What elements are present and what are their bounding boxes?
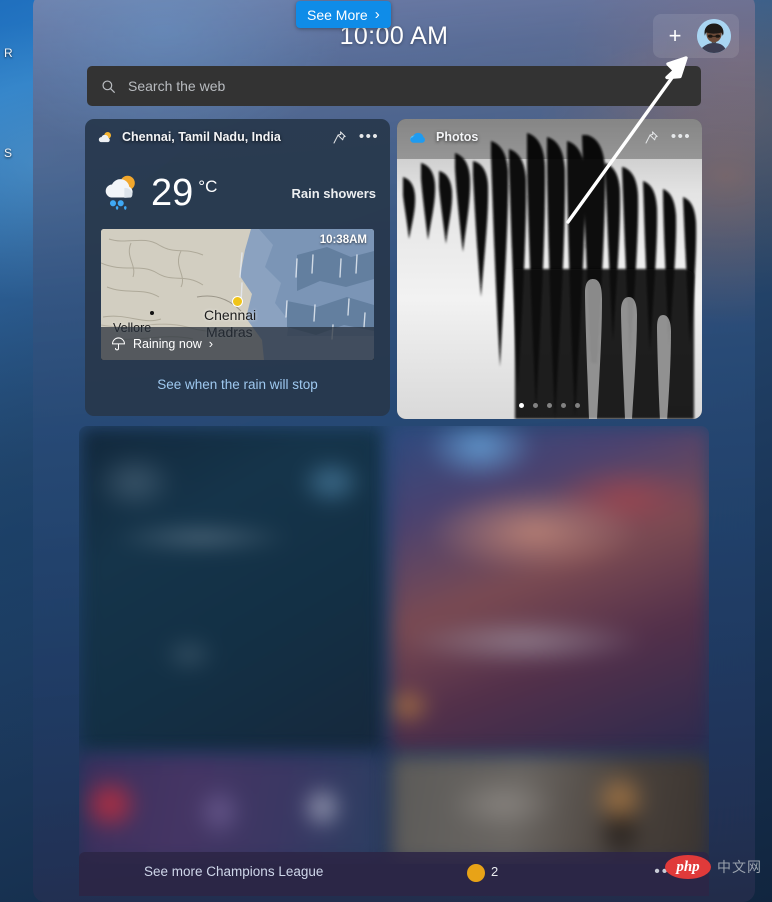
see-more-button[interactable]: See More › <box>296 1 391 28</box>
weather-widget[interactable]: Chennai, Tamil Nadu, India ••• 29 °C Rai… <box>85 119 390 416</box>
photos-carousel-dots <box>397 403 702 408</box>
weather-widget-header: Chennai, Tamil Nadu, India ••• <box>85 119 390 155</box>
desktop-icon-label-1: R <box>4 46 13 60</box>
badge-count: 2 <box>491 864 499 879</box>
desktop-icon-label-2: S <box>4 146 13 160</box>
feed-card-top-right[interactable] <box>391 427 709 752</box>
see-more-label: See More <box>307 6 368 23</box>
feed-card-top-left[interactable] <box>80 427 383 752</box>
weather-unit: °C <box>198 177 218 196</box>
feed-card-bottom-right[interactable] <box>391 756 709 863</box>
radar-timestamp: 10:38AM <box>319 234 367 246</box>
photos-more-options-button[interactable]: ••• <box>670 126 692 148</box>
carousel-dot-2[interactable] <box>533 403 538 408</box>
watermark: php 中文网 <box>665 855 762 879</box>
carousel-dot-1[interactable] <box>519 403 524 408</box>
pin-glyph <box>333 130 346 144</box>
search-icon <box>102 79 115 93</box>
raining-now-label: Raining now <box>133 336 202 351</box>
see-more-champions-league-link[interactable]: See more Champions League <box>144 864 323 879</box>
header-actions: + <box>653 14 739 58</box>
raining-now-bar[interactable]: Raining now › <box>101 327 374 360</box>
feed-card-bottom-left[interactable] <box>80 756 383 863</box>
add-widget-button[interactable]: + <box>661 22 689 50</box>
search-input[interactable]: Search the web <box>87 66 701 106</box>
photos-widget[interactable]: Photos ••• <box>397 119 702 419</box>
weather-current: 29 °C Rain showers <box>101 167 376 219</box>
feed-bottom-bar: See more Champions League 2 ••• <box>79 852 709 896</box>
php-logo: php <box>665 855 711 879</box>
search-placeholder: Search the web <box>128 78 226 94</box>
map-marker-vellore <box>150 311 154 315</box>
avatar[interactable] <box>697 19 731 53</box>
sun-behind-rain-cloud-icon <box>105 175 135 210</box>
widgets-panel: 10:00 AM + Search the web Chennai, Tamil… <box>33 0 755 902</box>
onedrive-cloud-icon <box>410 132 425 143</box>
photos-widget-header: Photos ••• <box>397 119 702 155</box>
weather-small-icon <box>98 131 112 142</box>
pin-glyph <box>645 130 658 144</box>
weather-more-options-button[interactable]: ••• <box>358 126 380 148</box>
carousel-dot-4[interactable] <box>561 403 566 408</box>
widgets-header: 10:00 AM + <box>33 0 755 66</box>
weather-location: Chennai, Tamil Nadu, India <box>122 130 281 144</box>
photos-title: Photos <box>436 130 479 144</box>
pin-icon[interactable] <box>640 126 662 148</box>
chevron-right-icon: › <box>208 336 214 351</box>
weather-condition: Rain showers <box>291 185 376 201</box>
news-feed-region[interactable] <box>79 426 709 864</box>
badge-circle <box>467 864 485 882</box>
map-marker-chennai <box>232 296 243 307</box>
ellipsis-icon: ••• <box>358 128 380 145</box>
carousel-dot-3[interactable] <box>547 403 552 408</box>
carousel-dot-5[interactable] <box>575 403 580 408</box>
ellipsis-icon: ••• <box>670 128 692 145</box>
map-label-chennai: Chennai <box>204 307 257 323</box>
umbrella-icon <box>112 336 125 350</box>
weather-temperature: 29 <box>151 172 194 214</box>
avatar-photo <box>697 19 731 53</box>
chevron-right-icon: › <box>374 6 380 23</box>
pin-icon[interactable] <box>328 126 350 148</box>
see-when-rain-stops-link[interactable]: See when the rain will stop <box>85 377 390 392</box>
photos-image <box>397 119 702 419</box>
clock: 10:00 AM <box>339 22 449 50</box>
watermark-chinese-text: 中文网 <box>717 860 762 876</box>
